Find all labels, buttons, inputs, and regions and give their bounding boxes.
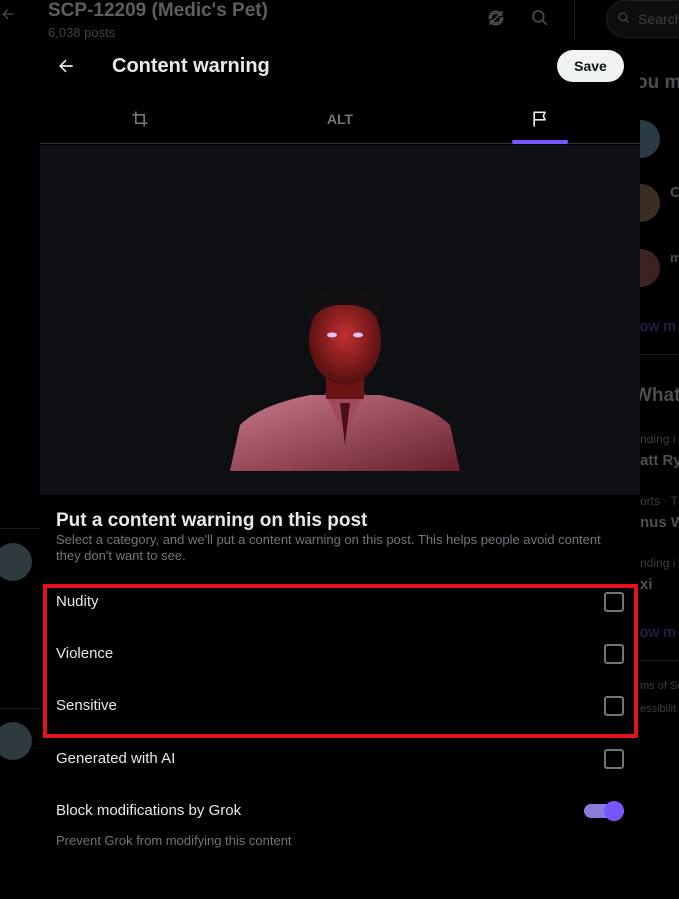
trend-context: nding i bbox=[640, 432, 676, 446]
trend-name[interactable]: att Rys bbox=[640, 452, 679, 469]
checkbox-generated-with-ai[interactable] bbox=[604, 749, 624, 769]
whats-happening-heading: What' bbox=[634, 385, 679, 406]
checkbox-sensitive[interactable] bbox=[604, 696, 624, 716]
flag-icon bbox=[533, 111, 546, 126]
search-placeholder: Search bbox=[638, 11, 679, 27]
trend-name[interactable]: nus W bbox=[640, 514, 679, 531]
show-more-link[interactable]: ow m bbox=[640, 624, 676, 641]
grok-block-description: Prevent Grok from modifying this content bbox=[56, 833, 292, 848]
crop-icon bbox=[132, 111, 148, 126]
option-label: Generated with AI bbox=[56, 750, 176, 767]
grok-block-label: Block modifications by Grok bbox=[56, 802, 242, 819]
back-arrow-icon[interactable] bbox=[0, 6, 16, 22]
checkbox-violence[interactable] bbox=[604, 644, 624, 664]
avatar[interactable] bbox=[0, 722, 32, 760]
suggested-user-name: C bbox=[670, 184, 679, 201]
media-edit-tabs: ALT bbox=[40, 94, 640, 144]
post-count: 6,038 posts bbox=[48, 25, 116, 40]
option-generated-with-ai[interactable]: Generated with AI bbox=[40, 733, 640, 785]
save-button[interactable]: Save bbox=[557, 50, 624, 82]
tab-crop[interactable] bbox=[40, 94, 240, 143]
option-label: Violence bbox=[56, 645, 114, 662]
option-sensitive[interactable]: Sensitive bbox=[40, 680, 640, 732]
checkbox-nudity[interactable] bbox=[604, 592, 624, 612]
trend-context: orts · T bbox=[640, 494, 678, 508]
trend-context: nding i bbox=[640, 556, 676, 570]
search-field-icon bbox=[618, 12, 630, 24]
option-violence[interactable]: Violence bbox=[40, 628, 640, 680]
back-arrow-icon[interactable] bbox=[56, 56, 76, 76]
tab-content-warning[interactable] bbox=[440, 94, 640, 143]
column-divider bbox=[574, 0, 575, 40]
who-to-follow-heading: ou m bbox=[636, 72, 679, 93]
option-label: Sensitive bbox=[56, 697, 117, 714]
tab-alt[interactable]: ALT bbox=[240, 94, 440, 143]
trend-name[interactable]: xi bbox=[640, 576, 653, 593]
modal-title: Content warning bbox=[112, 55, 270, 77]
show-more-link[interactable]: ow m bbox=[640, 318, 676, 335]
suggested-user-name: m bbox=[670, 250, 679, 265]
option-label: Nudity bbox=[56, 593, 99, 610]
profile-name: SCP-12209 (Medic's Pet) bbox=[48, 0, 268, 21]
media-image bbox=[230, 287, 460, 471]
avatar[interactable] bbox=[0, 543, 32, 581]
modal-header: Content warning Save bbox=[40, 40, 640, 94]
accessibility-link[interactable]: essibilit bbox=[640, 703, 676, 715]
media-preview bbox=[40, 145, 640, 495]
active-tab-indicator bbox=[512, 140, 568, 144]
grok-block-row[interactable]: Block modifications by Grok bbox=[40, 785, 640, 837]
divider bbox=[0, 708, 40, 709]
terms-link[interactable]: ms of Se bbox=[640, 680, 679, 692]
search-icon[interactable] bbox=[530, 8, 550, 28]
section-description: Select a category, and we'll put a conte… bbox=[56, 532, 601, 563]
tab-alt-label: ALT bbox=[326, 110, 354, 127]
toggle-knob bbox=[604, 801, 624, 821]
option-nudity[interactable]: Nudity bbox=[40, 576, 640, 628]
sync-off-icon[interactable] bbox=[486, 8, 506, 28]
section-title: Put a content warning on this post bbox=[56, 510, 368, 531]
divider bbox=[0, 528, 40, 529]
grok-block-toggle[interactable] bbox=[584, 801, 624, 821]
content-warning-modal: Content warning Save ALT Put a content w… bbox=[40, 40, 640, 899]
